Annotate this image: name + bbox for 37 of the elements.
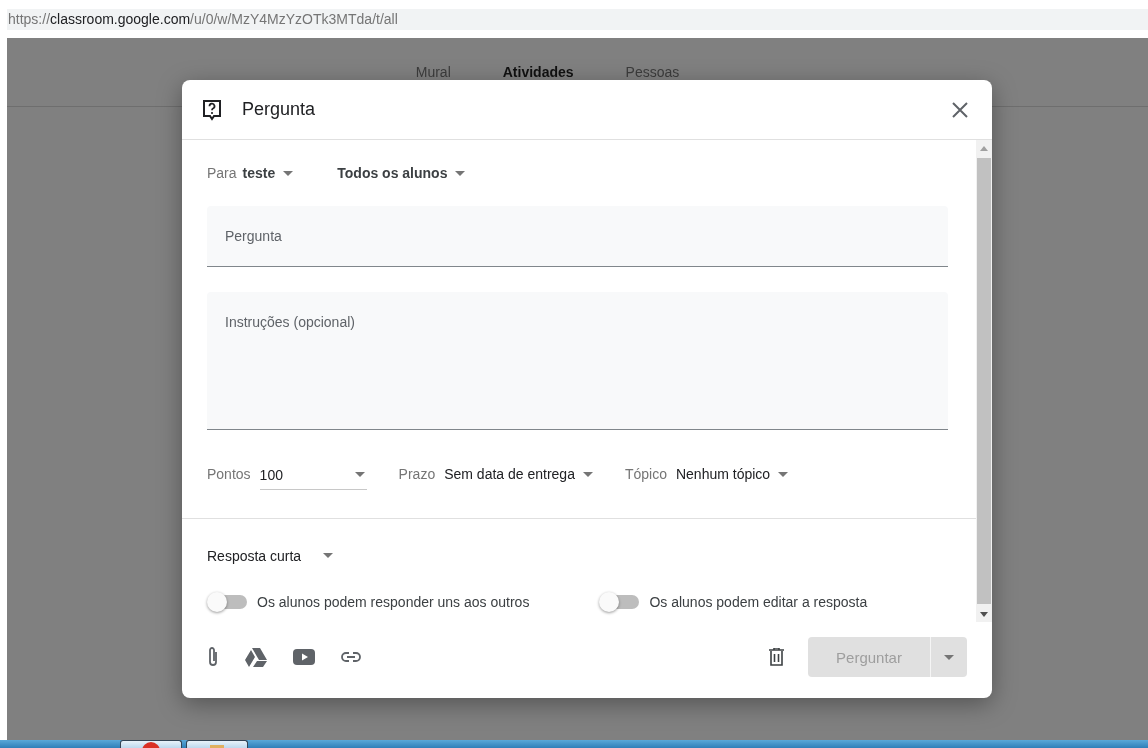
taskbar-button[interactable]: [120, 740, 182, 748]
toggle-label: Os alunos podem responder uns aos outros: [257, 594, 530, 610]
scrollbar[interactable]: [976, 140, 992, 622]
answer-type-dropdown[interactable]: Resposta curta: [207, 547, 334, 564]
for-label: Para: [207, 165, 237, 181]
paperclip-icon[interactable]: [207, 646, 219, 668]
taskbar-button[interactable]: [186, 740, 248, 748]
toggle-switch[interactable]: [207, 592, 247, 612]
dropdown-caret-icon: [778, 471, 789, 477]
dropdown-caret-icon: [455, 170, 466, 176]
class-dropdown[interactable]: teste: [242, 165, 294, 181]
points-field[interactable]: 100: [259, 460, 367, 490]
video-play-icon[interactable]: [293, 649, 315, 665]
toggle-switch[interactable]: [599, 592, 640, 612]
students-dropdown[interactable]: Todos os alunos: [337, 165, 466, 181]
question-icon: [202, 98, 222, 121]
dropdown-caret-icon: [323, 553, 334, 558]
question-field[interactable]: Pergunta: [207, 206, 948, 267]
link-icon[interactable]: [341, 652, 361, 662]
setting-dropdown[interactable]: Nenhum tópico: [675, 466, 789, 482]
dialog-title: Pergunta: [242, 99, 317, 120]
setting-label: Tópico: [624, 466, 667, 482]
setting-dropdown[interactable]: Sem data de entrega: [444, 466, 593, 482]
scroll-down-icon[interactable]: [980, 611, 988, 617]
setting-label: Pontos: [207, 466, 251, 482]
dropdown-caret-icon: [582, 471, 593, 477]
instructions-field[interactable]: Instruções (opcional): [207, 292, 948, 430]
caret-icon: [944, 654, 954, 660]
setting-label: Prazo: [398, 466, 436, 482]
dropdown-caret-icon: [283, 170, 294, 176]
address-bar[interactable]: https://classroom.google.com/u/0/w/MzY4MzYzOTk3MTda/t/all: [7, 9, 1148, 30]
nav-tab[interactable]: Atividades: [502, 64, 574, 106]
trash-icon[interactable]: [769, 648, 784, 666]
dropdown-caret-icon: [354, 472, 365, 477]
round-app-icon: [141, 741, 161, 748]
drive-icon[interactable]: [245, 647, 267, 667]
toggle-label: Os alunos podem editar a resposta: [649, 594, 868, 610]
